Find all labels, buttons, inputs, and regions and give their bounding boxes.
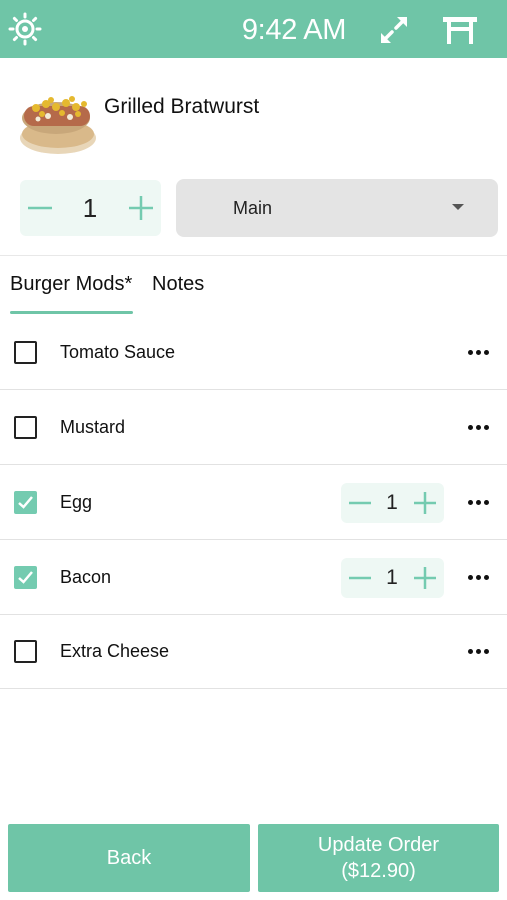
- caret-down-icon: [452, 204, 464, 210]
- increase-quantity-button[interactable]: [123, 190, 159, 226]
- modifier-quantity-value: 1: [386, 566, 398, 589]
- modifier-label: Egg: [60, 492, 93, 512]
- checkmark-icon: [18, 571, 33, 584]
- item-quantity-stepper: 1: [20, 180, 161, 236]
- back-button[interactable]: Back: [8, 824, 250, 892]
- modifier-increase-button[interactable]: [411, 489, 439, 517]
- modifier-checkbox-checked[interactable]: [14, 491, 37, 514]
- sun-logo-icon[interactable]: [8, 12, 42, 46]
- back-button-label: Back: [106, 847, 152, 869]
- clock: 9:42 AM: [241, 14, 347, 46]
- update-order-button[interactable]: Update Order ($12.90): [258, 824, 499, 892]
- modifier-checkbox-checked[interactable]: [14, 566, 37, 589]
- item-quantity-value: 1: [82, 193, 98, 223]
- more-options-icon[interactable]: [462, 638, 494, 664]
- modifier-quantity-stepper: 1: [341, 558, 444, 598]
- modifier-quantity-value: 1: [386, 491, 398, 514]
- bratwurst-photo: [18, 88, 98, 158]
- modifier-decrease-button[interactable]: [346, 564, 374, 592]
- more-options-icon[interactable]: [462, 414, 494, 440]
- modifier-checkbox[interactable]: [14, 416, 37, 439]
- decrease-quantity-button[interactable]: [22, 190, 58, 226]
- more-options-icon[interactable]: [462, 564, 494, 590]
- modifier-row-egg: Egg 1: [0, 465, 507, 540]
- modifier-checkbox[interactable]: [14, 640, 37, 663]
- modifier-decrease-button[interactable]: [346, 489, 374, 517]
- active-tab-indicator: [10, 311, 133, 314]
- tab-burger-mods[interactable]: Burger Mods*: [10, 268, 134, 308]
- divider: [0, 255, 507, 256]
- modifier-row-extra-cheese: Extra Cheese: [0, 614, 507, 689]
- course-dropdown[interactable]: Main: [176, 179, 498, 237]
- course-dropdown-value: Main: [233, 198, 273, 218]
- modifier-row-tomato-sauce: Tomato Sauce: [0, 315, 507, 390]
- tab-notes[interactable]: Notes: [152, 268, 212, 308]
- top-bar: 9:42 AM: [0, 0, 507, 58]
- update-order-price: ($12.90): [341, 860, 416, 882]
- modifier-row-mustard: Mustard: [0, 390, 507, 465]
- item-name: Grilled Bratwurst: [104, 95, 260, 118]
- modifier-label: Bacon: [60, 567, 112, 587]
- modifier-label: Extra Cheese: [60, 641, 170, 661]
- more-options-icon[interactable]: [462, 489, 494, 515]
- update-order-label: Update Order: [317, 834, 440, 856]
- modifier-label: Mustard: [60, 417, 126, 437]
- more-options-icon[interactable]: [462, 339, 494, 365]
- table-icon[interactable]: [441, 14, 479, 46]
- checkmark-icon: [18, 496, 33, 509]
- modifier-quantity-stepper: 1: [341, 483, 444, 523]
- modifier-row-bacon: Bacon 1: [0, 540, 507, 615]
- expand-icon[interactable]: [377, 13, 411, 47]
- modifier-label: Tomato Sauce: [60, 342, 176, 362]
- modifier-checkbox[interactable]: [14, 341, 37, 364]
- modifier-increase-button[interactable]: [411, 564, 439, 592]
